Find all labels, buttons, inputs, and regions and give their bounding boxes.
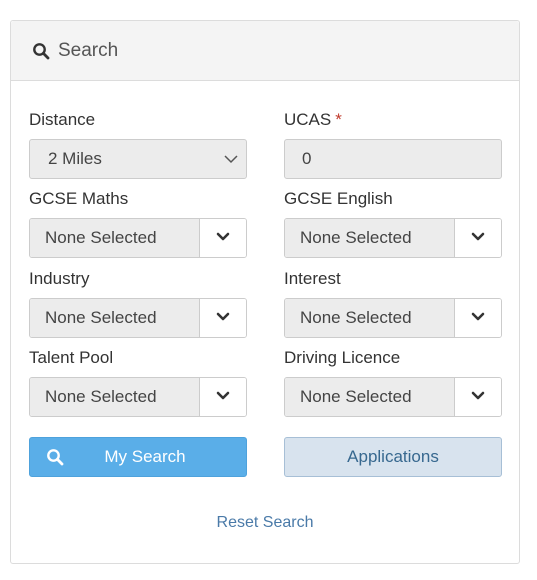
interest-multiselect[interactable]: None Selected [284, 298, 502, 338]
talent-pool-dropdown-button[interactable] [200, 378, 246, 416]
industry-value[interactable]: None Selected [30, 299, 200, 337]
distance-select[interactable]: 2 Miles [29, 139, 247, 179]
industry-field: Industry None Selected [29, 268, 247, 338]
gcse-english-dropdown-button[interactable] [455, 219, 501, 257]
industry-label: Industry [29, 269, 90, 288]
search-icon [32, 42, 50, 60]
interest-value[interactable]: None Selected [285, 299, 455, 337]
gcse-maths-label: GCSE Maths [29, 189, 129, 208]
driving-licence-multiselect[interactable]: None Selected [284, 377, 502, 417]
talent-pool-field: Talent Pool None Selected [29, 347, 247, 417]
chevron-down-icon [216, 229, 230, 247]
search-icon [46, 448, 64, 466]
ucas-value: 0 [302, 149, 312, 168]
gcse-maths-multiselect[interactable]: None Selected [29, 218, 247, 258]
gcse-maths-dropdown-button[interactable] [200, 219, 246, 257]
required-marker: * [335, 110, 342, 129]
ucas-field: UCAS * 0 [284, 109, 502, 179]
panel-title: Search [58, 39, 119, 61]
gcse-english-field: GCSE English None Selected [284, 188, 502, 258]
reset-search-label[interactable]: Reset Search [217, 514, 314, 531]
industry-multiselect[interactable]: None Selected [29, 298, 247, 338]
talent-pool-label: Talent Pool [29, 348, 114, 367]
gcse-maths-value[interactable]: None Selected [30, 219, 200, 257]
ucas-input[interactable]: 0 [284, 139, 502, 179]
driving-licence-dropdown-button[interactable] [455, 378, 501, 416]
driving-licence-field: Driving Licence None Selected [284, 347, 502, 417]
distance-label: Distance [29, 110, 96, 129]
chevron-down-icon [471, 309, 485, 327]
panel-header: Search [11, 21, 519, 81]
gcse-english-label: GCSE English [284, 189, 393, 208]
search-panel: Search Distance 2 Miles UCAS * 0 GCSE Mat… [10, 20, 520, 564]
chevron-down-icon [224, 149, 238, 169]
interest-field: Interest None Selected [284, 268, 502, 338]
chevron-down-icon [216, 388, 230, 406]
driving-licence-label: Driving Licence [284, 348, 401, 367]
reset-search-link[interactable]: Reset Search [11, 514, 519, 532]
driving-licence-value[interactable]: None Selected [285, 378, 455, 416]
gcse-maths-field: GCSE Maths None Selected [29, 188, 247, 258]
interest-label: Interest [284, 269, 341, 288]
applications-button[interactable]: Applications [284, 437, 502, 477]
distance-field: Distance 2 Miles [29, 109, 247, 179]
my-search-button[interactable]: My Search [29, 437, 247, 477]
talent-pool-multiselect[interactable]: None Selected [29, 377, 247, 417]
ucas-label-text: UCAS [284, 110, 332, 129]
industry-dropdown-button[interactable] [200, 299, 246, 337]
ucas-label: UCAS * [284, 109, 502, 131]
talent-pool-value[interactable]: None Selected [30, 378, 200, 416]
my-search-label: My Search [104, 447, 186, 466]
applications-label: Applications [347, 447, 439, 466]
gcse-english-multiselect[interactable]: None Selected [284, 218, 502, 258]
distance-value: 2 Miles [48, 149, 102, 168]
gcse-english-value[interactable]: None Selected [285, 219, 455, 257]
chevron-down-icon [471, 229, 485, 247]
chevron-down-icon [216, 309, 230, 327]
chevron-down-icon [471, 388, 485, 406]
interest-dropdown-button[interactable] [455, 299, 501, 337]
